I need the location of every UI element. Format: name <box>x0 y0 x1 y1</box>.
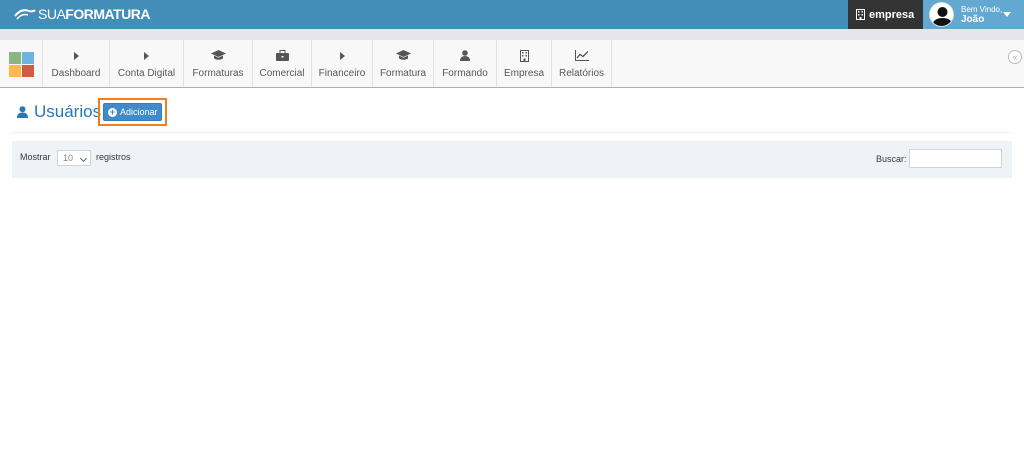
avatar <box>929 2 954 27</box>
caret-right-icon <box>73 49 79 62</box>
search-input[interactable] <box>909 149 1002 168</box>
brand-logo[interactable]: SUAFORMATURA <box>14 6 150 22</box>
nav-item-empresa[interactable]: Empresa <box>497 40 552 87</box>
graduation-cap-icon <box>395 49 411 62</box>
user-icon <box>460 49 470 62</box>
user-icon <box>17 105 28 123</box>
search-label: Buscar: <box>876 154 907 164</box>
chevron-down-icon <box>79 154 88 163</box>
nav-item-formaturas[interactable]: Formaturas <box>184 40 253 87</box>
nav-item-formatura[interactable]: Formatura <box>373 40 434 87</box>
nav-item-relatorios[interactable]: Relatórios <box>552 40 612 87</box>
add-button-highlight: + Adicionar <box>98 98 167 126</box>
add-button-label: Adicionar <box>120 107 158 117</box>
user-name: João <box>961 13 985 25</box>
page-title: Usuários <box>34 102 102 121</box>
page-header: Usuários + Adicionar <box>12 96 1012 133</box>
nav-item-formando[interactable]: Formando <box>434 40 497 87</box>
building-icon <box>856 9 865 20</box>
user-menu[interactable]: Bem Vindo, João <box>923 0 1024 29</box>
company-button[interactable]: empresa <box>848 0 923 29</box>
nav-item-conta-digital[interactable]: Conta Digital <box>110 40 184 87</box>
caret-right-icon <box>144 49 149 62</box>
building-icon <box>519 49 529 62</box>
records-label: registros <box>96 152 131 162</box>
nav-item-dashboard[interactable]: Dashboard <box>43 40 110 87</box>
header-divider <box>0 29 1024 40</box>
top-header: SUAFORMATURA empresa Bem Vindo, João <box>0 0 1024 29</box>
welcome-text: Bem Vindo, <box>961 4 1003 14</box>
show-label: Mostrar <box>20 152 51 162</box>
nav-item-comercial[interactable]: Comercial <box>253 40 312 87</box>
brand-name: SUAFORMATURA <box>38 6 150 22</box>
user-greeting: Bem Vindo, João <box>961 5 1002 25</box>
caret-right-icon <box>339 49 345 62</box>
company-label: empresa <box>869 8 915 21</box>
page-size-select[interactable]: 10 <box>57 150 91 166</box>
line-chart-icon <box>574 49 589 62</box>
graduation-cap-icon <box>210 49 226 62</box>
briefcase-icon <box>275 49 289 62</box>
user-silhouette-icon <box>932 7 953 26</box>
main-nav: Dashboard Conta Digital Formaturas Comer… <box>0 40 1024 88</box>
page-size-value: 10 <box>63 153 74 163</box>
table-toolbar: Mostrar 10 registros Buscar: <box>12 141 1012 178</box>
add-user-button[interactable]: + Adicionar <box>103 103 162 121</box>
double-angle-left-icon[interactable]: « <box>1008 50 1022 64</box>
shortcuts-icon[interactable] <box>0 40 43 87</box>
wave-logo-icon <box>14 9 36 20</box>
chevron-down-icon <box>1003 12 1011 17</box>
nav-item-financeiro[interactable]: Financeiro <box>312 40 373 87</box>
plus-circle-icon: + <box>108 106 117 117</box>
